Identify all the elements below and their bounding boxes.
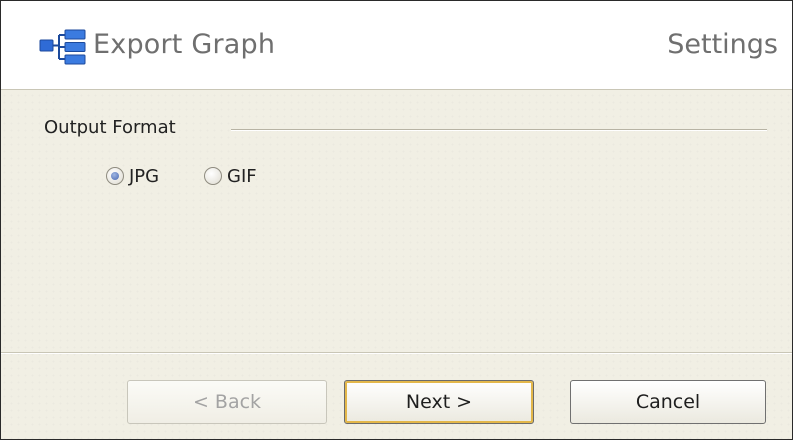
gif-radio-label[interactable]: GIF xyxy=(227,166,257,187)
jpg-radio-label[interactable]: JPG xyxy=(129,166,159,187)
cancel-button[interactable]: Cancel xyxy=(570,380,766,424)
jpg-radio-button[interactable] xyxy=(106,167,124,185)
gif-radio-option[interactable]: GIF xyxy=(204,164,257,188)
export-graph-dialog: Export Graph Settings Output Format JPG … xyxy=(0,0,793,440)
gif-radio-button[interactable] xyxy=(204,167,222,185)
wizard-page-name: Settings xyxy=(667,29,778,60)
wizard-header: Export Graph Settings xyxy=(1,1,792,90)
output-format-label: Output Format xyxy=(44,117,176,138)
group-separator xyxy=(231,129,767,131)
next-button[interactable]: Next > xyxy=(344,380,534,424)
back-button[interactable]: < Back xyxy=(127,380,327,424)
jpg-radio-option[interactable]: JPG xyxy=(106,164,159,188)
footer-separator xyxy=(1,352,792,354)
dialog-title: Export Graph xyxy=(93,29,276,60)
export-graph-icon xyxy=(39,29,86,65)
